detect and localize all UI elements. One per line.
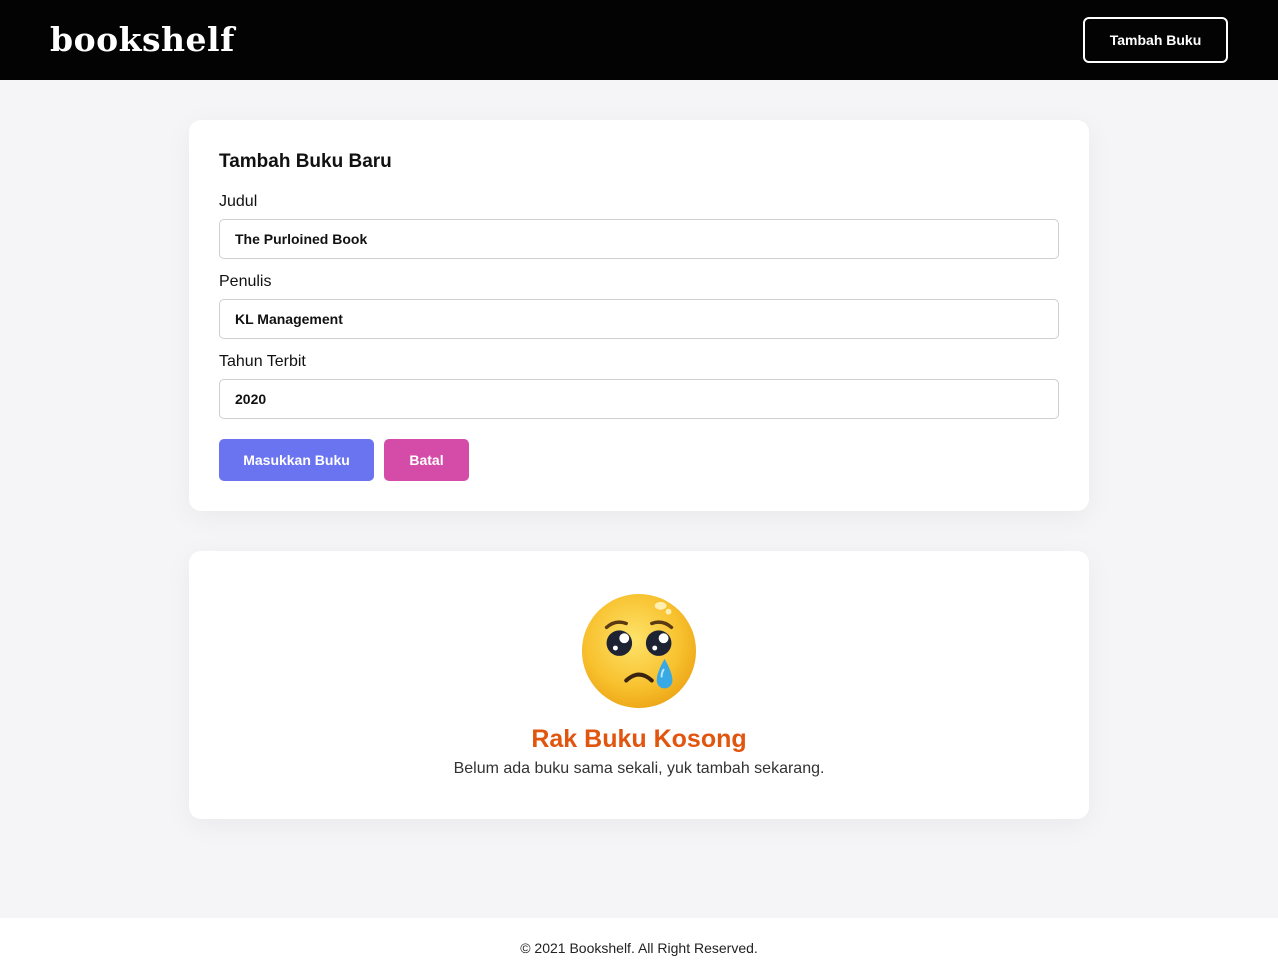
footer: © 2021 Bookshelf. All Right Reserved. (0, 918, 1278, 979)
top-navbar: bookshelf Tambah Buku (0, 0, 1278, 80)
empty-state-subtitle: Belum ada buku sama sekali, yuk tambah s… (453, 760, 825, 777)
cancel-button[interactable]: Batal (384, 439, 469, 481)
brand-logo[interactable]: bookshelf (50, 20, 235, 59)
title-input[interactable]: The Purloined Book (219, 219, 1059, 259)
year-label: Tahun Terbit (219, 353, 306, 370)
author-label: Penulis (219, 273, 272, 290)
author-input[interactable]: KL Management (219, 299, 1059, 339)
crying-face-icon (581, 593, 697, 709)
empty-shelf-card: Rak Buku Kosong Belum ada buku sama seka… (189, 551, 1089, 819)
add-book-form: Tambah Buku Baru Judul The Purloined Boo… (189, 120, 1089, 511)
year-input[interactable]: 2020 (219, 379, 1059, 419)
title-label: Judul (219, 193, 258, 210)
form-title: Tambah Buku Baru (219, 151, 392, 172)
copyright-text: © 2021 Bookshelf. All Right Reserved. (520, 940, 758, 956)
add-book-nav-button[interactable]: Tambah Buku (1083, 17, 1228, 63)
empty-state-title: Rak Buku Kosong (531, 725, 747, 753)
submit-book-button[interactable]: Masukkan Buku (219, 439, 374, 481)
